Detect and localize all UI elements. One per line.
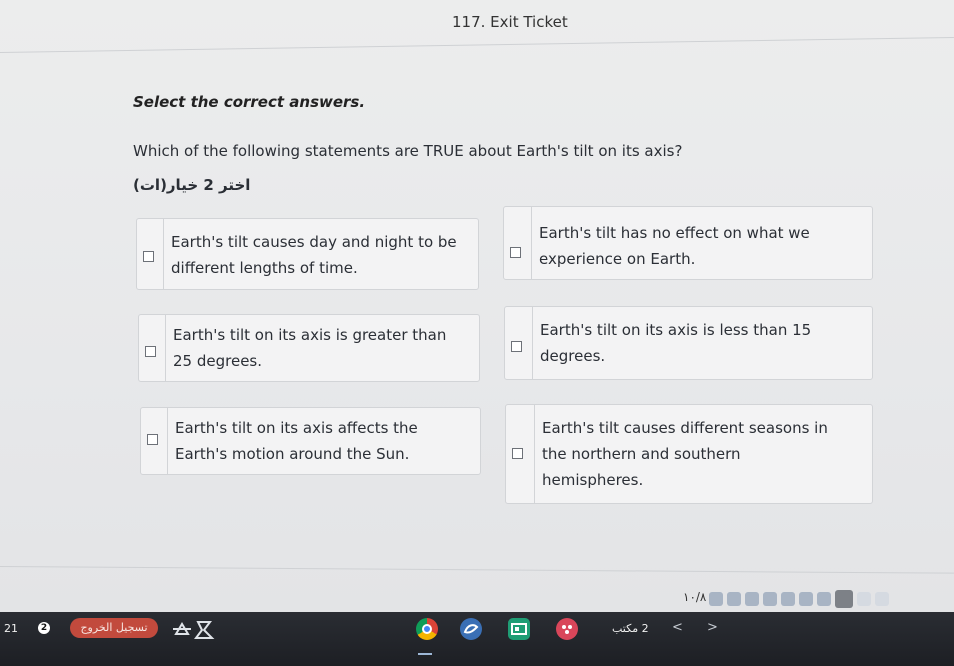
- question-dot[interactable]: [781, 592, 795, 606]
- answer-option-6[interactable]: Earth's tilt causes different seasons in…: [505, 404, 873, 504]
- answer-option-5[interactable]: Earth's tilt on its axis affects the Ear…: [140, 407, 481, 475]
- notification-badge[interactable]: 2: [38, 622, 50, 634]
- question-dot[interactable]: [799, 592, 813, 606]
- option-divider: [534, 405, 535, 503]
- desk-nav-arrows[interactable]: < >: [672, 620, 728, 635]
- option-divider: [167, 408, 168, 474]
- answer-checkbox-6[interactable]: [512, 448, 523, 459]
- taskbar: 21 2 تسجيل الخروج 2 مكتب < >: [0, 612, 954, 666]
- question-progress-label: ١٠/٨: [683, 590, 707, 604]
- answer-checkbox-4[interactable]: [511, 341, 522, 352]
- page-title: 117. Exit Ticket: [452, 13, 568, 31]
- option-divider: [165, 315, 166, 381]
- sign-out-button[interactable]: تسجيل الخروج: [70, 618, 158, 638]
- chrome-icon[interactable]: [416, 618, 438, 640]
- footer-divider: [0, 566, 954, 574]
- option-divider: [163, 219, 164, 289]
- answer-checkbox-1[interactable]: [143, 251, 154, 262]
- answer-option-1[interactable]: Earth's tilt causes day and night to be …: [136, 218, 479, 290]
- answer-option-1-label: Earth's tilt causes day and night to be …: [171, 233, 457, 277]
- option-divider: [532, 307, 533, 379]
- instructions: Select the correct answers.: [133, 93, 366, 111]
- question-dot[interactable]: [763, 592, 777, 606]
- answer-option-4-label: Earth's tilt on its axis is less than 15…: [540, 321, 812, 365]
- question-dot-current[interactable]: [835, 590, 853, 608]
- exit-ticket-page: 117. Exit Ticket Select the correct answ…: [0, 0, 954, 612]
- active-app-indicator: [418, 653, 432, 655]
- answer-option-4[interactable]: Earth's tilt on its axis is less than 15…: [504, 306, 873, 380]
- option-divider: [531, 207, 532, 279]
- answer-option-2[interactable]: Earth's tilt has no effect on what we ex…: [503, 206, 873, 280]
- answer-option-6-label: Earth's tilt causes different seasons in…: [542, 419, 828, 489]
- answer-option-3-label: Earth's tilt on its axis is greater than…: [173, 326, 447, 370]
- answer-option-2-label: Earth's tilt has no effect on what we ex…: [539, 224, 810, 268]
- draw-app-icon[interactable]: [460, 618, 482, 640]
- answer-option-3[interactable]: Earth's tilt on its axis is greater than…: [138, 314, 480, 382]
- select-count-hint: اختر 2 خيار(ات): [133, 176, 251, 194]
- answer-option-5-label: Earth's tilt on its axis affects the Ear…: [175, 419, 418, 463]
- question-dot[interactable]: [745, 592, 759, 606]
- answer-checkbox-3[interactable]: [145, 346, 156, 357]
- question-dot[interactable]: [817, 592, 831, 606]
- clock: 21: [4, 622, 18, 635]
- answer-checkbox-2[interactable]: [510, 247, 521, 258]
- question-dot[interactable]: [875, 592, 889, 606]
- question-dot[interactable]: [709, 592, 723, 606]
- paint-app-icon[interactable]: [556, 618, 578, 640]
- answer-checkbox-5[interactable]: [147, 434, 158, 445]
- question-dot[interactable]: [857, 592, 871, 606]
- header-divider: [0, 37, 954, 53]
- classroom-icon[interactable]: [508, 618, 530, 640]
- question-dot[interactable]: [727, 592, 741, 606]
- tools-icon[interactable]: [170, 618, 224, 640]
- question-text: Which of the following statements are TR…: [133, 142, 683, 160]
- question-navigator: [709, 590, 889, 608]
- desk-indicator[interactable]: 2 مكتب: [612, 622, 649, 635]
